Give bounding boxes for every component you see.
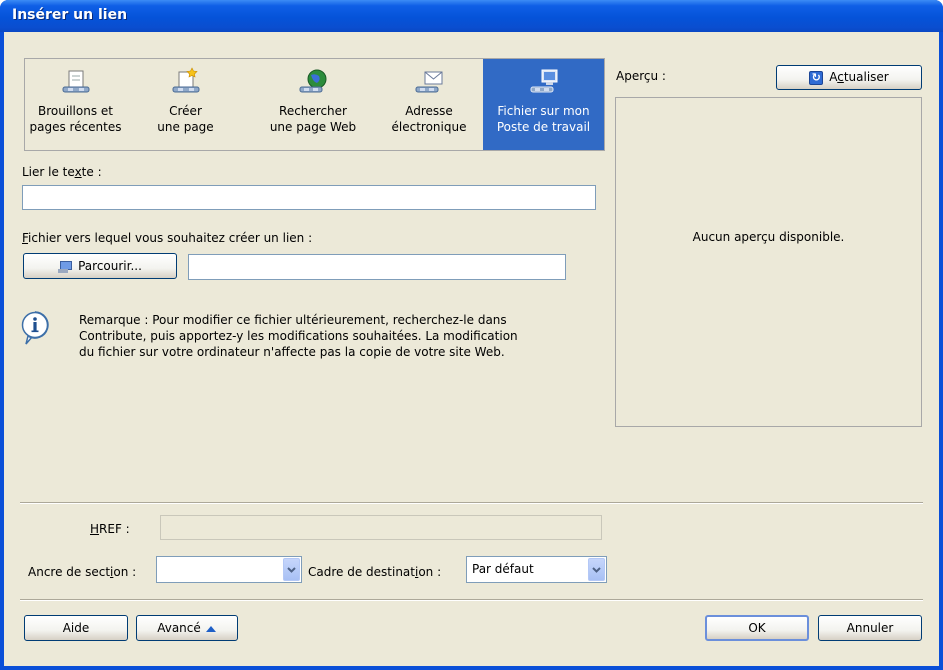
note-line: Remarque : Pour modifier ce fichier ulté… [79, 313, 507, 327]
link-type-label: une page Web [269, 120, 357, 134]
label-part: on : [418, 565, 442, 579]
preview-label: Aperçu : [616, 69, 666, 83]
link-type-email[interactable]: Adresse électronique [376, 59, 482, 150]
link-type-label: une page [157, 120, 214, 134]
note-line: du fichier sur votre ordinateur n'affect… [79, 345, 505, 359]
link-type-drafts[interactable]: Brouillons et pages récentes [25, 59, 126, 150]
link-type-label: Rechercher [279, 104, 347, 118]
title-bar[interactable]: Insérer un lien [0, 0, 943, 32]
label-part: c [837, 70, 844, 84]
browse-button[interactable]: Parcourir... [23, 253, 177, 279]
anchor-select[interactable] [156, 556, 302, 583]
label-part: ichier vers lequel vous souhaitez créer … [28, 231, 313, 245]
link-text-label: Lier le texte : [22, 165, 102, 179]
link-type-label: pages récentes [29, 120, 122, 134]
info-icon [21, 311, 49, 345]
link-text-input[interactable] [22, 185, 596, 210]
label-part: te : [81, 165, 102, 179]
label-part: on : [113, 565, 137, 579]
browse-button-label: Parcourir... [78, 259, 142, 273]
link-type-panel: Brouillons et pages récentes Créer une p… [24, 58, 605, 151]
anchor-label: Ancre de section : [28, 565, 136, 579]
link-type-label: Adresse [405, 104, 453, 118]
link-type-web-search[interactable]: Rechercher une page Web [253, 59, 373, 150]
label-part: Lier le te [22, 165, 75, 179]
link-type-label: Fichier sur mon [497, 104, 590, 118]
label-part: tualiser [843, 70, 889, 84]
link-type-label: Poste de travail [496, 120, 591, 134]
note-text: Remarque : Pour modifier ce fichier ulté… [79, 312, 518, 360]
separator [20, 599, 923, 601]
ok-button[interactable]: OK [705, 615, 809, 641]
link-type-label: Créer [169, 104, 202, 118]
label-part: H [90, 522, 100, 536]
label-part: Ancre de sect [28, 565, 111, 579]
computer-icon [58, 260, 73, 273]
computer-file-icon [530, 69, 557, 93]
chevron-down-icon[interactable] [283, 558, 300, 581]
label-part: x [74, 165, 82, 179]
web-search-icon [299, 69, 327, 93]
advanced-button[interactable]: Avancé [136, 615, 238, 641]
file-path-input[interactable] [188, 254, 566, 280]
dialog-title: Insérer un lien [12, 7, 128, 23]
file-label: Fichier vers lequel vous souhaitez créer… [22, 231, 312, 245]
target-frame-label: Cadre de destination : [308, 565, 441, 579]
target-frame-select-value: Par défaut [472, 562, 534, 576]
link-type-label: électronique [391, 120, 467, 134]
cancel-button[interactable]: Annuler [818, 615, 922, 641]
dialog-body: Brouillons et pages récentes Créer une p… [4, 32, 939, 666]
triangle-up-icon [205, 625, 216, 632]
drafts-icon [62, 70, 89, 93]
dialog-window: Insérer un lien Brouillons et pages réce… [0, 0, 943, 670]
email-icon [415, 71, 443, 93]
separator [20, 502, 923, 504]
href-label: HREF : [90, 522, 130, 536]
note-line: Contribute, puis apportez-y les modifica… [79, 329, 518, 343]
link-type-computer-file[interactable]: Fichier sur mon Poste de travail [483, 59, 604, 150]
target-frame-select[interactable]: Par défaut [466, 556, 607, 583]
href-input[interactable] [160, 515, 602, 540]
label-part: Cadre de destinat [308, 565, 415, 579]
link-type-new-page[interactable]: Créer une page [135, 59, 236, 150]
preview-pane: Aucun aperçu disponible. [615, 97, 922, 427]
refresh-button[interactable]: ↻ Actualiser [776, 65, 922, 90]
label-part: REF : [99, 522, 130, 536]
link-type-label: Brouillons et [38, 104, 113, 118]
new-page-icon [172, 67, 199, 93]
refresh-icon: ↻ [809, 70, 824, 85]
advanced-button-label: Avancé [157, 621, 201, 635]
chevron-down-icon[interactable] [588, 558, 605, 581]
help-button[interactable]: Aide [24, 615, 128, 641]
preview-empty-text: Aucun aperçu disponible. [692, 230, 845, 244]
